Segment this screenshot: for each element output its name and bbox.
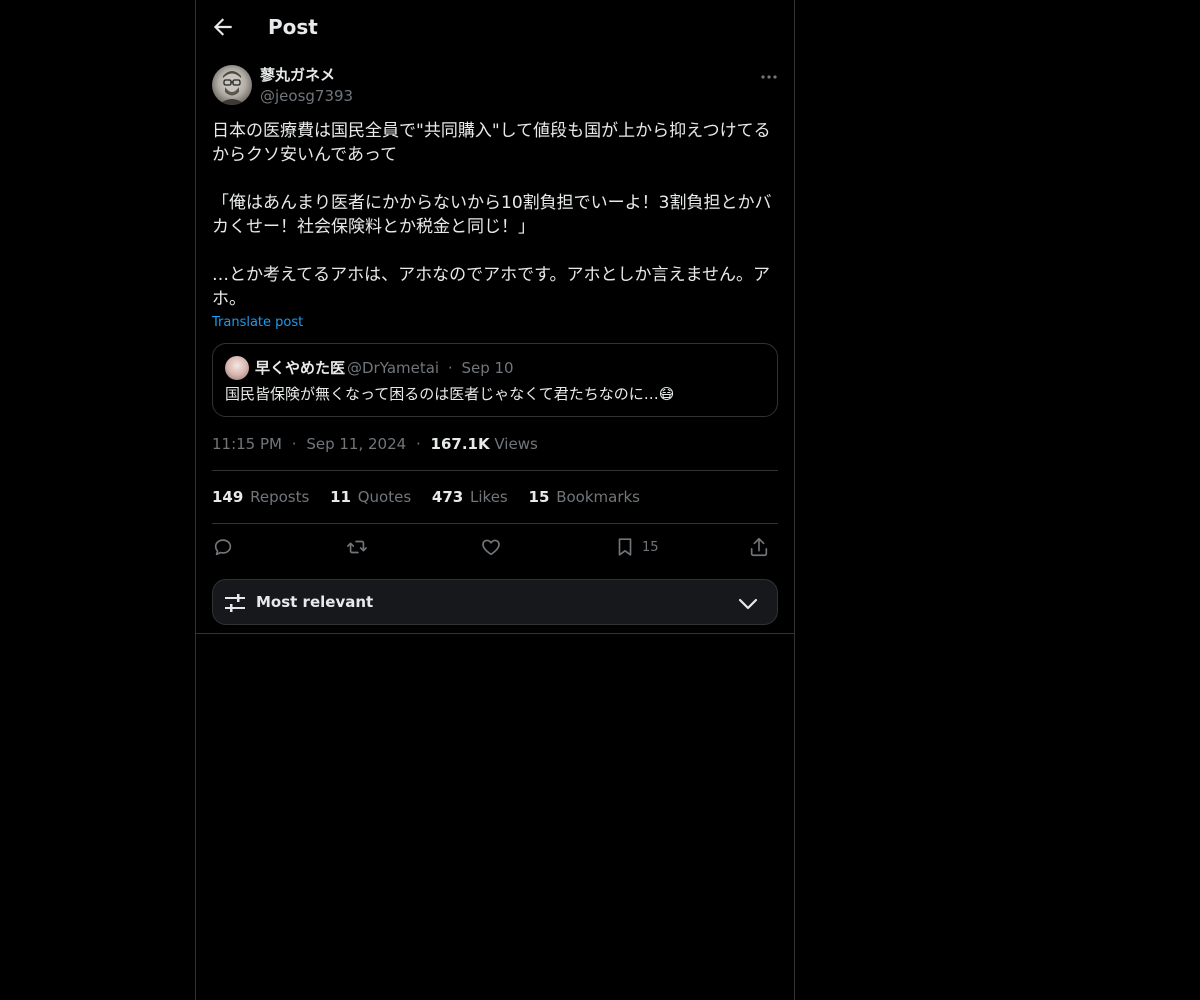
stat-label: Quotes: [357, 488, 412, 506]
translate-post-link[interactable]: Translate post: [212, 314, 303, 332]
divider: [196, 633, 794, 634]
bookmark-count: 15: [642, 539, 659, 555]
views-label: Views: [494, 435, 538, 453]
reposts-stat[interactable]: 149 Reposts: [212, 487, 309, 507]
bookmark-button[interactable]: 15: [614, 533, 659, 561]
stat-count: 15: [528, 488, 550, 506]
quote-author-handle: @DrYametai: [347, 359, 440, 377]
quote-separator: ·: [447, 359, 453, 377]
avatar-portrait-icon: [218, 71, 246, 105]
quote-meta: @DrYametai · Sep 10: [347, 358, 514, 378]
meta-separator: ·: [415, 435, 421, 453]
likes-stat[interactable]: 473 Likes: [432, 487, 508, 507]
engagement-stats: 149 Reposts 11 Quotes 473 Likes 15 Bookm…: [212, 487, 656, 507]
quote-author-name: 早くやめた医: [255, 359, 346, 377]
post-timestamp: 11:15 PM · Sep 11, 2024 · 167.1K Views: [212, 434, 538, 454]
avatar[interactable]: [212, 65, 252, 105]
post-author: 蓼丸ガネメ @jeosg7393: [212, 65, 778, 107]
more-button[interactable]: [760, 69, 778, 83]
repost-icon: [347, 540, 367, 554]
quote-avatar: [225, 356, 249, 380]
post-text: 日本の医療費は国民全員で"共同購入"して値段も国が上から抑えつけてる からクソ安…: [212, 121, 772, 309]
meta-separator: ·: [291, 435, 297, 453]
sliders-icon: [225, 594, 245, 612]
bookmark-icon: [618, 538, 632, 556]
back-button[interactable]: [210, 14, 236, 40]
stat-label: Reposts: [250, 488, 310, 506]
chevron-down-icon: [738, 598, 758, 610]
author-name[interactable]: 蓼丸ガネメ: [260, 65, 335, 85]
divider: [212, 523, 778, 524]
quote-text: 国民皆保険が無くなって困るのは医者じゃなくて君たちなのに…😷: [225, 385, 675, 403]
views-count: 167.1K: [430, 435, 490, 453]
action-bar: 15: [212, 533, 778, 561]
like-button[interactable]: [480, 533, 502, 561]
bookmarks-stat[interactable]: 15 Bookmarks: [529, 487, 640, 507]
stat-count: 11: [330, 488, 351, 506]
stat-count: 473: [431, 488, 464, 506]
heart-icon: [482, 539, 500, 556]
arrow-left-icon: [213, 18, 232, 36]
reply-icon: [214, 539, 232, 556]
divider: [212, 470, 778, 471]
page-title: Post: [268, 15, 318, 39]
author-handle[interactable]: @jeosg7393: [260, 86, 353, 106]
reply-button[interactable]: [212, 533, 234, 561]
repost-button[interactable]: [346, 533, 368, 561]
share-button[interactable]: [748, 533, 770, 561]
page-header: Post: [196, 0, 794, 54]
post-column: Post 蓼丸ガネメ @jeosg7393 日本の医療費は国民全員で"共同購入"…: [195, 0, 795, 1000]
reply-sort-dropdown[interactable]: Most relevant: [212, 579, 778, 625]
stat-label: Likes: [470, 488, 508, 506]
more-horizontal-icon: [761, 75, 777, 79]
quote-date: Sep 10: [461, 359, 514, 377]
sort-label: Most relevant: [256, 593, 374, 611]
share-icon: [750, 537, 768, 557]
quotes-stat[interactable]: 11 Quotes: [330, 487, 411, 507]
stat-label: Bookmarks: [556, 488, 640, 506]
post-date[interactable]: Sep 11, 2024: [306, 435, 406, 453]
post-time[interactable]: 11:15 PM: [212, 435, 282, 453]
quoted-post[interactable]: 早くやめた医 @DrYametai · Sep 10 国民皆保険が無くなって困る…: [212, 343, 778, 417]
stat-count: 149: [212, 488, 244, 506]
